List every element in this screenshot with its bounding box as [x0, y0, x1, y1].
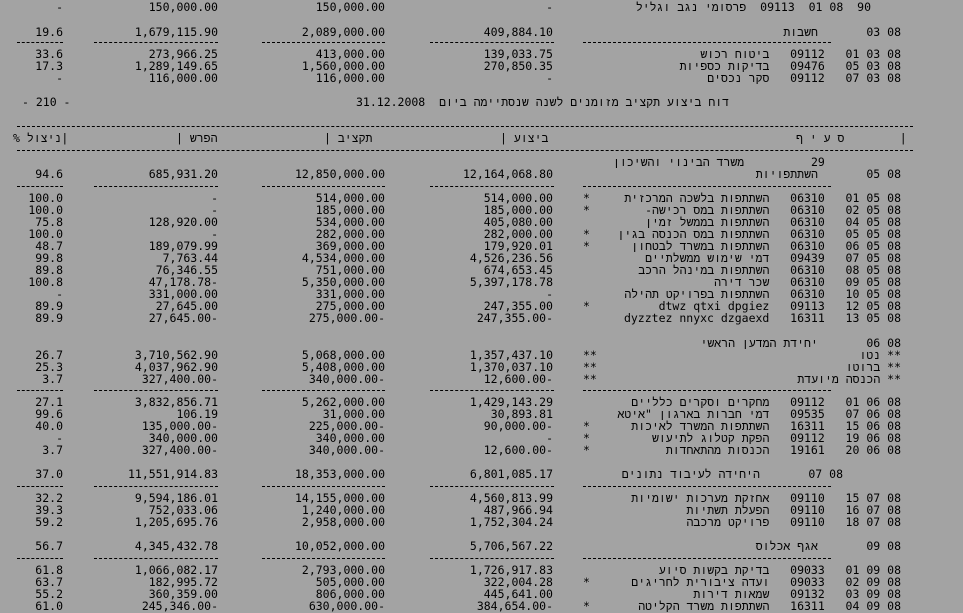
budget-row: 59.2 1,205,695.76 2,958,000.00 1,752,304.24…: [0, 515, 963, 529]
budget-row: 3.7 327,400.00- 340,000.00- 12,600.00- * 08 0…: [0, 443, 963, 457]
execution-cell: 5,706,567.22: [469, 539, 553, 553]
section-cell: 08 07 היחידה לעיבוד נתונים: [621, 467, 843, 481]
execution-cell: 12,164,068.80: [462, 167, 553, 181]
group-row: 37.0 11,551,914.83 18,353,000.00 6,801,0…: [0, 467, 963, 481]
section-cell: ** הכנסה מיועדת: [797, 372, 901, 386]
column-header: % ניצול| | הפרש | תקציב | ביצוע | ס ע י …: [0, 131, 963, 145]
column-utilization: % ניצול|: [13, 131, 69, 145]
section-cell: 08 05 13 16311 dyzztez nnyxc dzgaexd: [623, 311, 901, 325]
execution-cell: -: [546, 71, 553, 85]
ministry-name: משרד הבינוי והשיכון: [613, 155, 745, 169]
column-difference: | הפרש: [176, 131, 218, 145]
execution-cell: 12,600.00-: [483, 443, 553, 457]
section-cell: 08 06 20 19161 הכנסות מהתאחדות: [665, 443, 901, 457]
section-cell: 08 07 18 09110 פרויקט מרכבה: [686, 515, 901, 529]
marker-cell: *: [583, 599, 590, 613]
marker-cell: **: [583, 372, 597, 386]
marker-cell: *: [583, 443, 590, 457]
execution-cell: -: [546, 0, 553, 14]
report-header: - 210 - דוח ביצוע תקציב מזומנים לשנה שנס…: [0, 95, 963, 109]
column-section: | ס ע י ף: [796, 131, 907, 145]
marker-cell: *: [583, 203, 590, 217]
execution-cell: 384,654.00-: [476, 599, 553, 613]
execution-cell: 247,355.00-: [476, 311, 553, 325]
marker-cell: *: [583, 575, 590, 589]
section-cell: 90 08 01 09113 פרסומי נגב וגליל: [635, 0, 871, 14]
section-cell: 08 05 השתתפויות: [755, 167, 901, 181]
group-row: 94.6 685,931.20 12,850,000.00 12,164,068…: [0, 167, 963, 181]
marker-cell: *: [583, 239, 590, 253]
section-cell: 08 09 אגף אכלוס: [755, 539, 901, 553]
report-title: דוח ביצוע תקציב מזומנים לשנה שנסתיימה בי…: [356, 95, 730, 109]
execution-cell: 1,752,304.24: [469, 515, 553, 529]
page-number: - 210 -: [22, 95, 71, 109]
column-execution: | ביצוע: [500, 131, 549, 145]
budget-row: - 150,000.00 150,000.00 - 90 08 01 09113…: [0, 0, 963, 14]
budget-row: 61.0 245,346.00- 630,000.00- 384,654.00- * 08…: [0, 599, 963, 613]
section-cell: 08 09 04 16311 השתתפות משרד הקליטה: [638, 599, 901, 613]
execution-cell: 12,600.00-: [483, 372, 553, 386]
section-cell: 08 03 07 09112 סקר נכסים: [707, 71, 901, 85]
execution-cell: 6,801,085.17: [469, 467, 553, 481]
budget-row: -116,000.00 116,000.00-08 03 07 09112 סקר…: [0, 71, 963, 85]
marker-cell: *: [583, 299, 590, 313]
budget-row: 89.9 27,645.00- 275,000.00- 247,355.00- 08 0…: [0, 311, 963, 325]
column-budget: | תקציב: [324, 131, 373, 145]
group-row: 56.7 4,345,432.78 10,052,000.00 5,706,56…: [0, 539, 963, 553]
